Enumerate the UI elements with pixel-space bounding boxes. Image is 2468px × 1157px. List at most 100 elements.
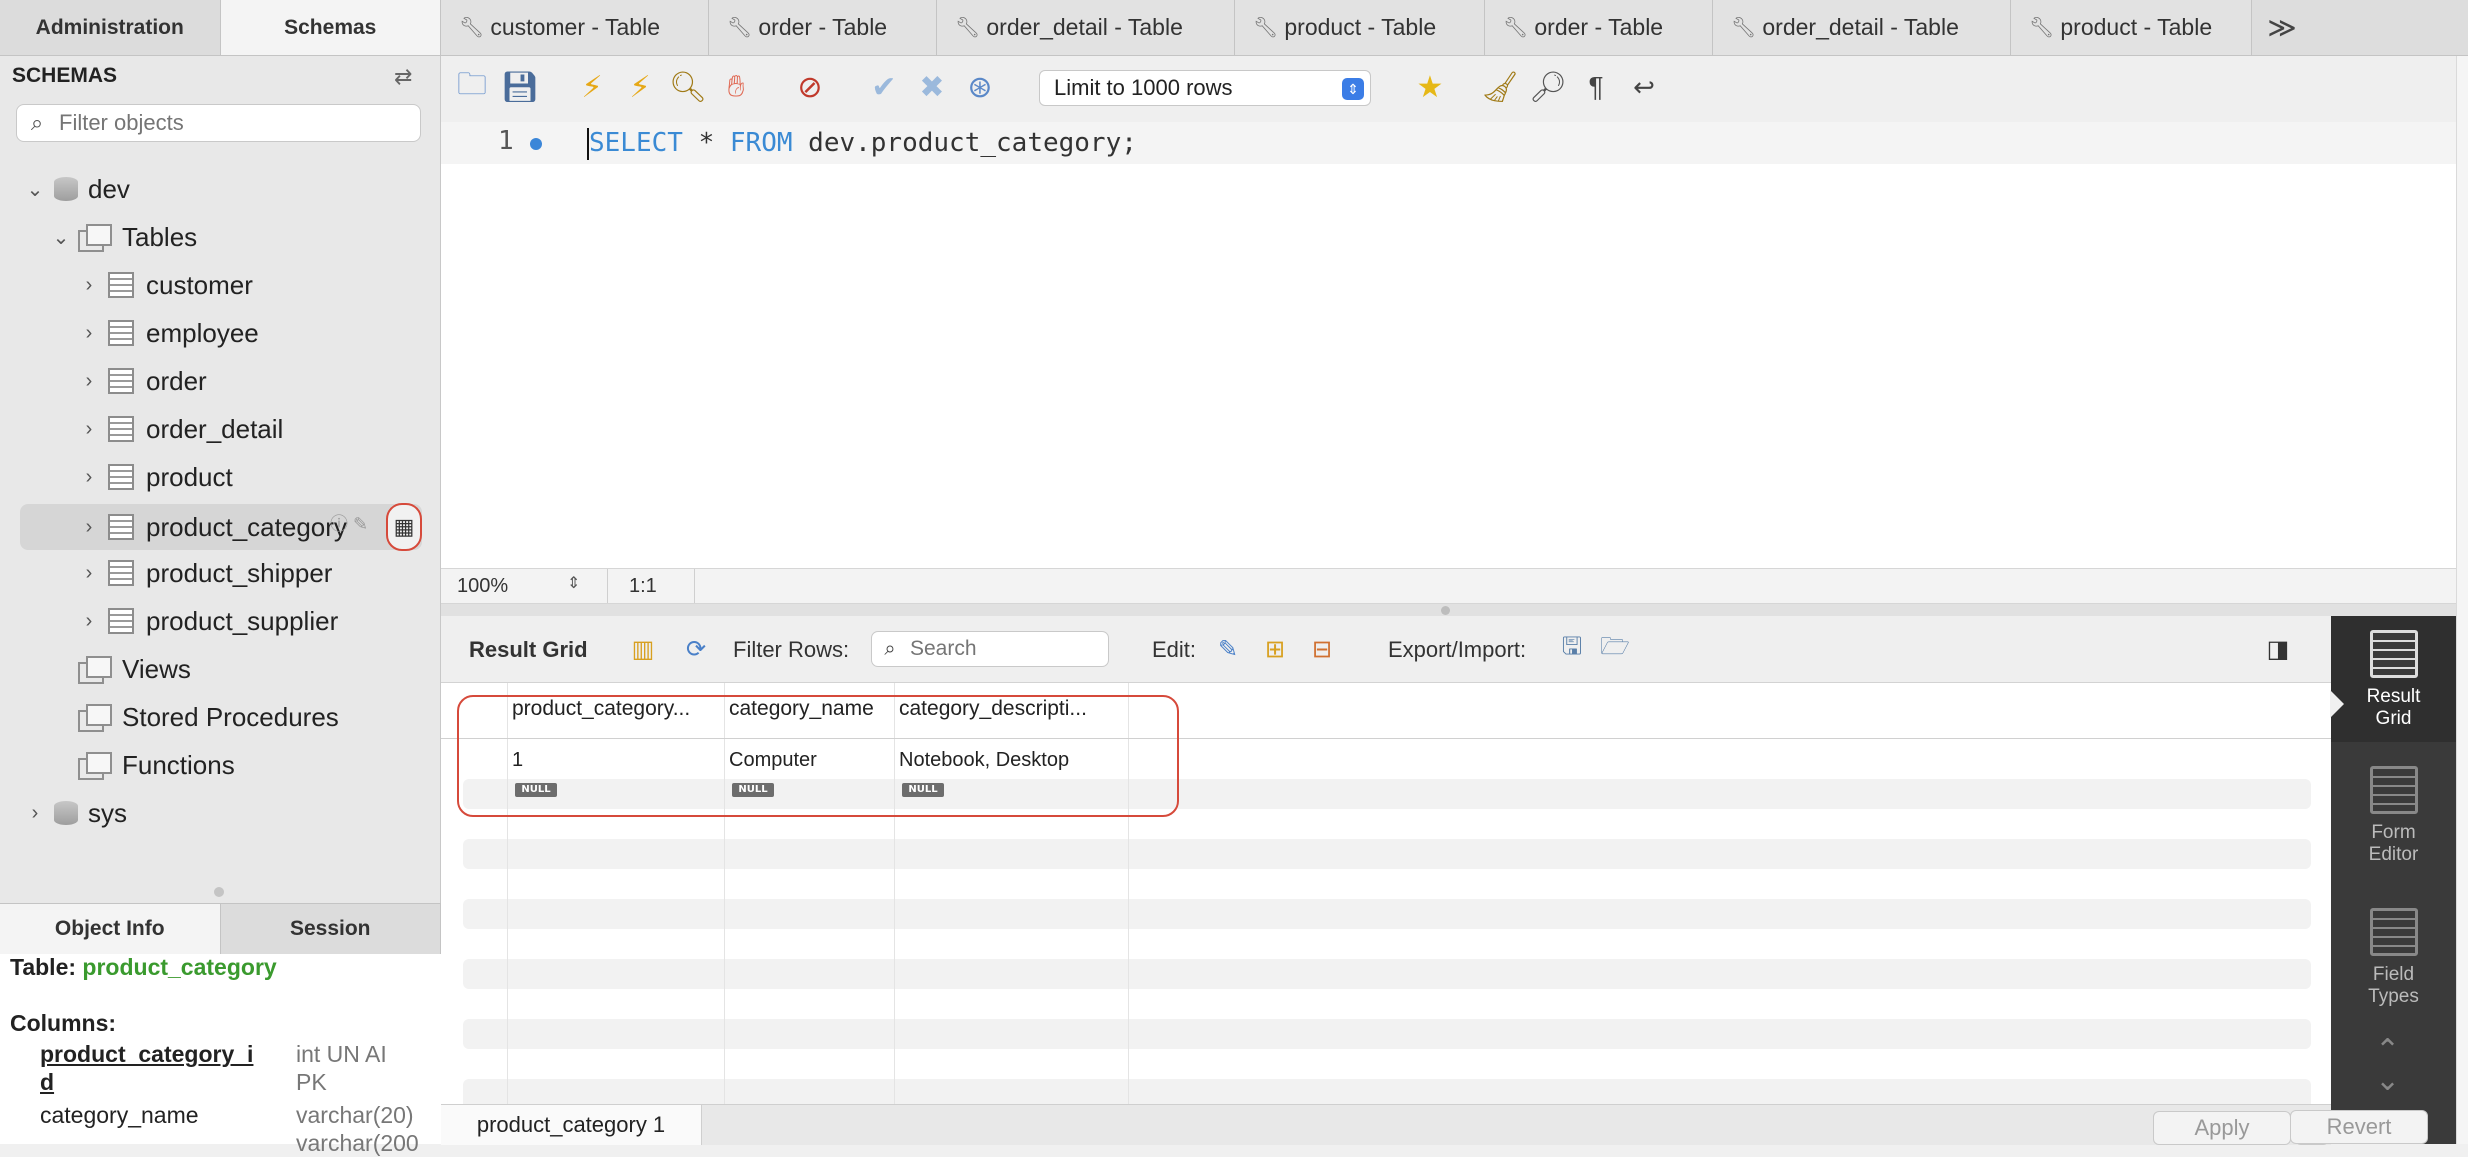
add-row-icon[interactable]: ⊞ xyxy=(1258,632,1292,666)
chevron-right-icon[interactable]: › xyxy=(76,610,102,633)
limit-rows-select[interactable]: Limit to 1000 rows ⇕ xyxy=(1039,70,1371,106)
import-icon[interactable]: 🗁︎ xyxy=(1598,632,1632,666)
tree-item-tables[interactable]: ⌄ Tables xyxy=(48,214,197,260)
chevron-right-icon[interactable]: › xyxy=(76,516,102,539)
grid-layout-icon[interactable]: ▥ xyxy=(626,632,660,666)
side-tab-form-editor[interactable]: Form Editor xyxy=(2331,766,2456,866)
sql-statement[interactable]: SELECT * FROM dev.product_category; xyxy=(589,128,1137,158)
table-prefix: Table: xyxy=(10,954,77,980)
tree-item-table[interactable]: › employee xyxy=(76,310,259,356)
export-icon[interactable]: 🖫︎ xyxy=(1555,632,1589,666)
editor-tab[interactable]: 🔧︎ customer - Table xyxy=(441,0,709,55)
explain-icon[interactable]: 🔍︎ xyxy=(669,68,707,106)
editor-tab[interactable]: 🔧︎ product - Table xyxy=(2011,0,2252,55)
refresh-icon[interactable]: ⟳ xyxy=(679,632,713,666)
table-icon xyxy=(108,464,134,490)
invisible-chars-icon[interactable]: ¶ xyxy=(1577,68,1615,106)
beautify-icon[interactable]: 🧹︎ xyxy=(1481,68,1519,106)
editor-results-splitter[interactable] xyxy=(441,604,2456,616)
folder-icon xyxy=(78,224,112,252)
filter-rows-input[interactable] xyxy=(908,636,1102,662)
tree-item-stored-procedures[interactable]: Stored Procedures xyxy=(74,694,339,740)
filter-objects-input[interactable] xyxy=(57,109,401,137)
editor-tab-bar: 🔧︎ customer - Table 🔧︎ order - Table 🔧︎ ord… xyxy=(441,0,2468,56)
editor-tab[interactable]: 🔧︎ order - Table xyxy=(709,0,937,55)
side-tab-field-types[interactable]: Field Types xyxy=(2331,908,2456,1008)
sql-editor[interactable]: 1 SELECT * FROM dev.product_category; xyxy=(441,122,2456,568)
tree-item-label: customer xyxy=(146,269,253,300)
divider xyxy=(607,569,608,603)
tab-session[interactable]: Session xyxy=(220,904,441,954)
tree-item-table[interactable]: › product_supplier xyxy=(76,598,339,644)
find-icon[interactable]: 🔎︎ xyxy=(1529,68,1567,106)
add-snippet-icon[interactable]: ★ xyxy=(1411,68,1449,106)
chevron-right-icon[interactable]: › xyxy=(76,322,102,345)
toggle-side-panel-icon[interactable]: ◨ xyxy=(2261,632,2295,666)
tree-item-table[interactable]: › product_shipper xyxy=(76,550,333,596)
splitter-handle[interactable] xyxy=(1441,606,1450,615)
tree-item-views[interactable]: Views xyxy=(74,646,191,692)
chevron-right-icon[interactable]: › xyxy=(76,466,102,489)
commit-icon[interactable]: ✔ xyxy=(865,68,903,106)
column-type: varchar(20) xyxy=(296,1102,414,1128)
side-panel-scroll-icon[interactable]: ⌃ ⌄ xyxy=(2375,1036,2400,1096)
chevron-right-icon[interactable]: › xyxy=(76,370,102,393)
open-file-icon[interactable]: 🗀︎ xyxy=(453,68,491,106)
tree-item-label: Stored Procedures xyxy=(122,701,339,732)
tree-item-table[interactable]: › product xyxy=(76,454,233,500)
tab-administration[interactable]: Administration xyxy=(0,0,221,55)
editor-tab[interactable]: 🔧︎ order - Table xyxy=(1485,0,1713,55)
tree-item-table[interactable]: › order_detail xyxy=(76,406,284,452)
chevron-down-icon[interactable]: ⌄ xyxy=(48,225,74,250)
chevron-right-icon[interactable]: › xyxy=(76,562,102,585)
row-action-icons[interactable]: ⓘ ✎ xyxy=(330,510,368,536)
tree-item-dev[interactable]: ⌄ dev xyxy=(22,166,130,212)
editor-tab[interactable]: 🔧︎ product - Table xyxy=(1235,0,1485,55)
tree-item-label: sys xyxy=(88,797,127,828)
filter-rows-box: ⌕ xyxy=(871,631,1109,667)
window-right-edge xyxy=(2456,56,2468,1144)
editor-tab[interactable]: 🔧︎ order_detail - Table xyxy=(937,0,1235,55)
refresh-schemas-icon[interactable]: ⇄ xyxy=(394,64,412,90)
edit-cell-icon[interactable]: ✎ xyxy=(1211,632,1245,666)
tree-item-sys[interactable]: › sys xyxy=(22,790,127,836)
editor-tab[interactable]: 🔧︎ order_detail - Table xyxy=(1713,0,2011,55)
chevron-right-icon[interactable]: › xyxy=(22,802,48,825)
chevron-right-icon[interactable]: › xyxy=(76,274,102,297)
panel-splitter-handle[interactable] xyxy=(214,887,224,897)
execute-current-icon[interactable]: ⚡︎ xyxy=(621,68,659,106)
wrench-icon: 🔧︎ xyxy=(1503,17,1529,39)
delete-row-icon[interactable]: ⊟ xyxy=(1305,632,1339,666)
line-number: 1 xyxy=(498,126,514,156)
editor-tab-label: order - Table xyxy=(758,14,888,40)
tab-object-info[interactable]: Object Info xyxy=(0,904,221,954)
wrap-lines-icon[interactable]: ↩ xyxy=(1625,68,1663,106)
chevron-right-icon[interactable]: › xyxy=(76,418,102,441)
table-data-icon[interactable]: ▦ xyxy=(386,503,422,551)
filter-rows-label: Filter Rows: xyxy=(733,637,850,662)
result-tab[interactable]: product_category 1 xyxy=(441,1105,702,1145)
chevron-down-icon[interactable]: ⌄ xyxy=(22,177,48,202)
editor-tab-label: order_detail - Table xyxy=(986,14,1183,40)
more-tabs-icon[interactable]: ≫ xyxy=(2252,0,2312,55)
stop-icon[interactable]: ✋︎ xyxy=(717,68,755,106)
rollback-icon[interactable]: ✖ xyxy=(913,68,951,106)
toggle-error-icon[interactable]: ⊘ xyxy=(791,68,829,106)
sidebar-tabs: Administration Schemas xyxy=(0,0,441,56)
tree-item-table[interactable]: › customer xyxy=(76,262,253,308)
result-grid[interactable]: product_category... category_name catego… xyxy=(441,683,2331,1109)
autocommit-icon[interactable]: ⊛ xyxy=(961,68,999,106)
side-tab-result-grid[interactable]: Result Grid xyxy=(2330,616,2456,742)
side-tab-label: Form xyxy=(2371,822,2416,843)
execute-icon[interactable]: ⚡︎ xyxy=(573,68,611,106)
apply-button[interactable]: Apply xyxy=(2153,1111,2291,1145)
zoom-level[interactable]: 100% xyxy=(457,575,508,598)
tab-schemas[interactable]: Schemas xyxy=(220,0,441,55)
wrench-icon: 🔧︎ xyxy=(955,17,981,39)
tree-item-functions[interactable]: Functions xyxy=(74,742,235,788)
tree-item-table[interactable]: › order xyxy=(76,358,207,404)
zoom-stepper-icon[interactable]: ⇕ xyxy=(567,573,580,593)
save-icon[interactable]: 💾︎ xyxy=(501,68,539,106)
revert-button[interactable]: Revert xyxy=(2290,1110,2428,1144)
tree-item-label: order_detail xyxy=(146,413,284,444)
